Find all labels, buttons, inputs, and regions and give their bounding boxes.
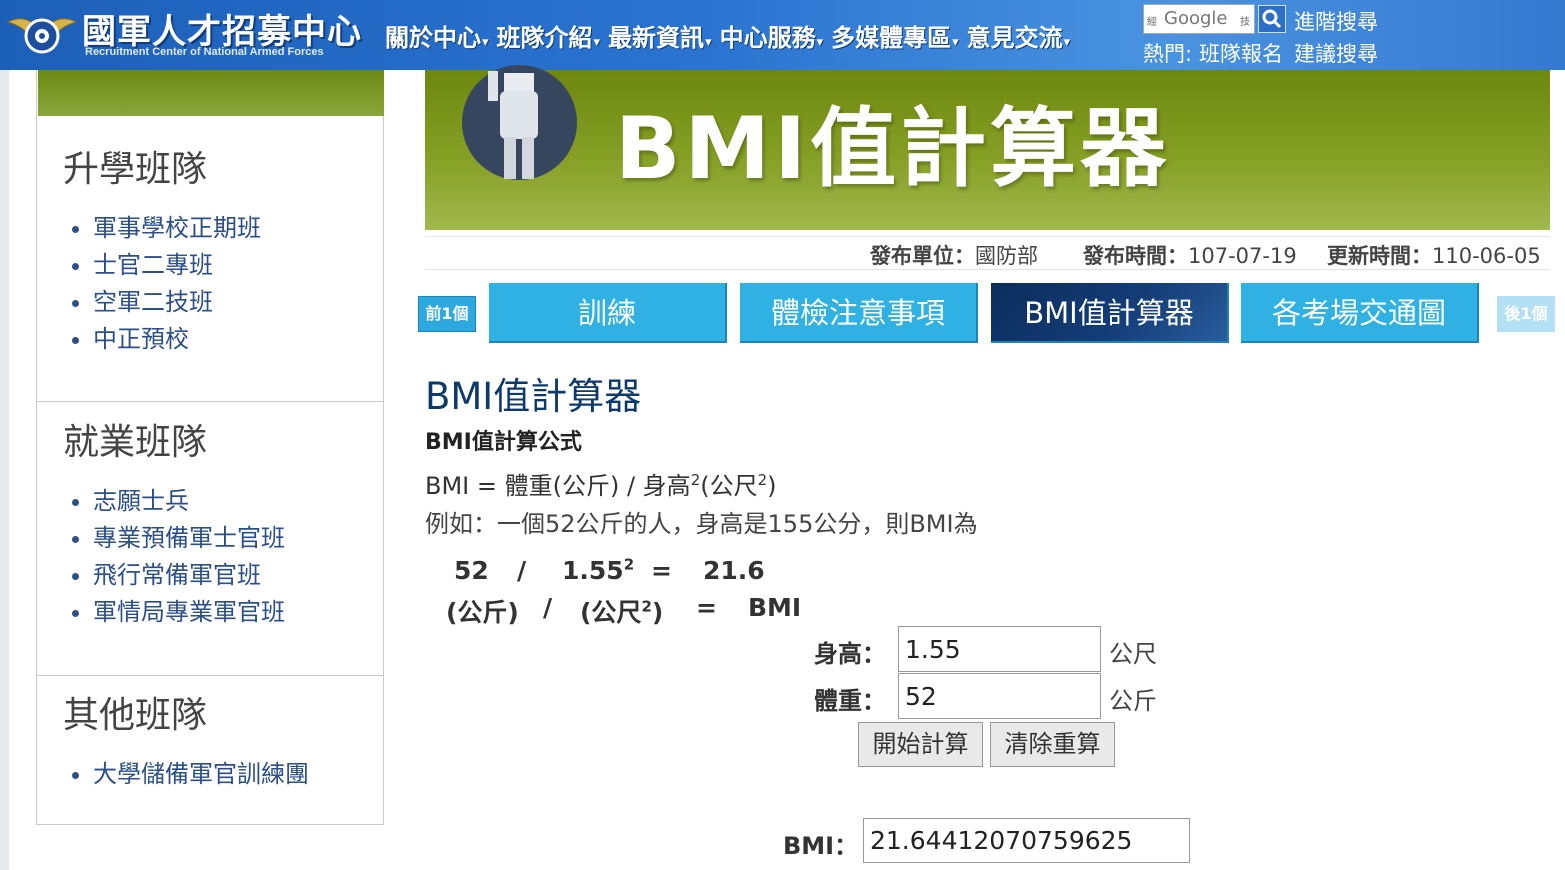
bmi-result-field[interactable]: 21.64412070759625 xyxy=(863,818,1190,863)
bmi-formula: BMI = 體重(公斤) / 身高2(公尺2) xyxy=(425,466,777,501)
bmi-result-label: BMI： xyxy=(783,832,859,860)
calc-equals: = xyxy=(696,593,717,622)
nav-services[interactable]: 中心服務 xyxy=(720,18,824,53)
nav-multimedia[interactable]: 多媒體專區 xyxy=(831,18,959,53)
sidebar-section-other: 其他班隊 大學儲備軍官訓練團 xyxy=(37,686,383,793)
search-left-tag: 經 xyxy=(1147,17,1157,28)
prev-page-button[interactable]: 前1個 xyxy=(418,296,476,332)
main-nav: 關於中心 班隊介紹 最新資訊 中心服務 多媒體專區 意見交流 xyxy=(385,18,1078,53)
formula-heading: BMI值計算公式 xyxy=(425,430,582,455)
published-label: 發布時間： xyxy=(1083,244,1188,268)
weight-unit: 公斤 xyxy=(1109,687,1157,715)
sidebar-section-title: 升學班隊 xyxy=(63,149,208,190)
calc-equals: = xyxy=(651,556,672,585)
hot-link-registration[interactable]: 班隊報名 xyxy=(1199,38,1283,68)
calc-slash: / xyxy=(517,556,527,585)
clear-button[interactable]: 清除重算 xyxy=(990,722,1115,767)
example-text: 例如：一個52公斤的人，身高是155公分，則BMI為 xyxy=(425,510,978,538)
sidebar-item[interactable]: 軍事學校正期班 xyxy=(93,210,383,247)
height-unit: 公尺 xyxy=(1109,640,1157,668)
nav-about[interactable]: 關於中心 xyxy=(385,18,489,53)
sidebar-divider xyxy=(37,401,383,402)
google-brand: Google xyxy=(1164,8,1228,29)
published-value: 107-07-19 xyxy=(1188,244,1297,268)
sidebar-item[interactable]: 志願士兵 xyxy=(93,483,383,520)
sidebar-item[interactable]: 軍情局專業軍官班 xyxy=(93,594,383,631)
publisher-meta: 發布單位：國防部 xyxy=(870,240,1038,270)
calc-slash: / xyxy=(543,593,553,622)
tab-exam-venue-map[interactable]: 各考場交通圖 xyxy=(1241,283,1479,343)
publisher-label: 發布單位： xyxy=(870,244,975,268)
nav-feedback[interactable]: 意見交流 xyxy=(967,18,1071,53)
search-right-tag: 技 xyxy=(1240,17,1250,28)
banner-title: BMI值計算器 xyxy=(615,99,1171,199)
search-icon xyxy=(1262,9,1282,29)
calc-height-value: 1.55 xyxy=(562,556,624,585)
formula-exponent: 2 xyxy=(757,471,768,489)
calc-unit-bmi: BMI xyxy=(748,593,802,622)
sidebar-section-title: 就業班隊 xyxy=(63,422,208,463)
weight-label: 體重： xyxy=(814,687,886,715)
advanced-search-link[interactable]: 進階搜尋 xyxy=(1294,6,1378,36)
publisher-value: 國防部 xyxy=(975,244,1038,268)
calc-unit-height: (公尺2) xyxy=(580,593,663,629)
formula-text: ) xyxy=(767,472,777,500)
calc-unit-text: ) xyxy=(651,598,664,627)
calc-unit-text: (公尺 xyxy=(580,598,642,627)
sidebar-item[interactable]: 飛行常備軍官班 xyxy=(93,557,383,594)
sidebar-divider xyxy=(37,675,383,676)
height-input[interactable] xyxy=(898,626,1101,672)
tab-bmi-calculator[interactable]: BMI值計算器 xyxy=(991,283,1229,343)
hot-label: 熱門: xyxy=(1143,42,1193,66)
calc-exponent: 2 xyxy=(623,555,635,574)
sidebar-item[interactable]: 專業預備軍士官班 xyxy=(93,520,383,557)
hot-link-suggest-search[interactable]: 建議搜尋 xyxy=(1294,38,1378,68)
meta-divider xyxy=(425,236,1550,237)
calc-weight: 52 xyxy=(454,556,489,585)
published-meta: 發布時間：107-07-19 xyxy=(1083,240,1297,270)
sidebar-item[interactable]: 大學儲備軍官訓練團 xyxy=(93,756,383,793)
formula-text: (公尺 xyxy=(700,472,758,500)
height-label: 身高： xyxy=(814,640,886,668)
search-input[interactable]: 經 Google 技 xyxy=(1143,4,1255,34)
sidebar-item[interactable]: 空軍二技班 xyxy=(93,284,383,321)
formula-text: BMI = 體重(公斤) / 身高 xyxy=(425,472,691,500)
meta-divider xyxy=(425,269,1550,270)
site-header: 國軍人才招募中心 Recruitment Center of National … xyxy=(0,0,1565,70)
sidebar-header-bar xyxy=(38,70,384,116)
search-button[interactable] xyxy=(1258,5,1286,33)
calc-unit-weight: (公斤) xyxy=(446,598,519,627)
calc-height: 1.552 xyxy=(562,556,634,585)
sidebar-item[interactable]: 中正預校 xyxy=(93,321,383,358)
sidebar-section-employment: 就業班隊 志願士兵 專業預備軍士官班 飛行常備軍官班 軍情局專業軍官班 xyxy=(37,413,383,631)
sidebar-section-title: 其他班隊 xyxy=(63,695,208,736)
weight-input[interactable] xyxy=(898,673,1101,719)
sidebar-item[interactable]: 士官二專班 xyxy=(93,247,383,284)
sidebar-section-academic: 升學班隊 軍事學校正期班 士官二專班 空軍二技班 中正預校 xyxy=(37,140,383,358)
banner-soldier-icon xyxy=(462,65,577,180)
calc-result: 21.6 xyxy=(703,556,765,585)
calc-exponent: 2 xyxy=(641,597,652,616)
updated-label: 更新時間： xyxy=(1327,244,1432,268)
tab-medical-notes[interactable]: 體檢注意事項 xyxy=(740,283,978,343)
nav-programs[interactable]: 班隊介紹 xyxy=(497,18,601,53)
next-page-button[interactable]: 後1個 xyxy=(1497,296,1555,332)
formula-exponent: 2 xyxy=(690,471,701,489)
updated-meta: 更新時間：110-06-05 xyxy=(1327,240,1541,270)
updated-value: 110-06-05 xyxy=(1432,244,1541,268)
calculate-button[interactable]: 開始計算 xyxy=(858,722,983,767)
tab-training[interactable]: 訓練 xyxy=(489,283,727,343)
left-edge-strip xyxy=(0,70,9,870)
emblem-icon[interactable] xyxy=(6,4,78,62)
page-banner: BMI值計算器 xyxy=(425,65,1550,230)
sidebar: 升學班隊 軍事學校正期班 士官二專班 空軍二技班 中正預校 就業班隊 志願士兵 … xyxy=(36,70,384,825)
site-subtitle: Recruitment Center of National Armed For… xyxy=(85,46,324,58)
nav-news[interactable]: 最新資訊 xyxy=(608,18,712,53)
page-title: BMI值計算器 xyxy=(425,375,642,418)
